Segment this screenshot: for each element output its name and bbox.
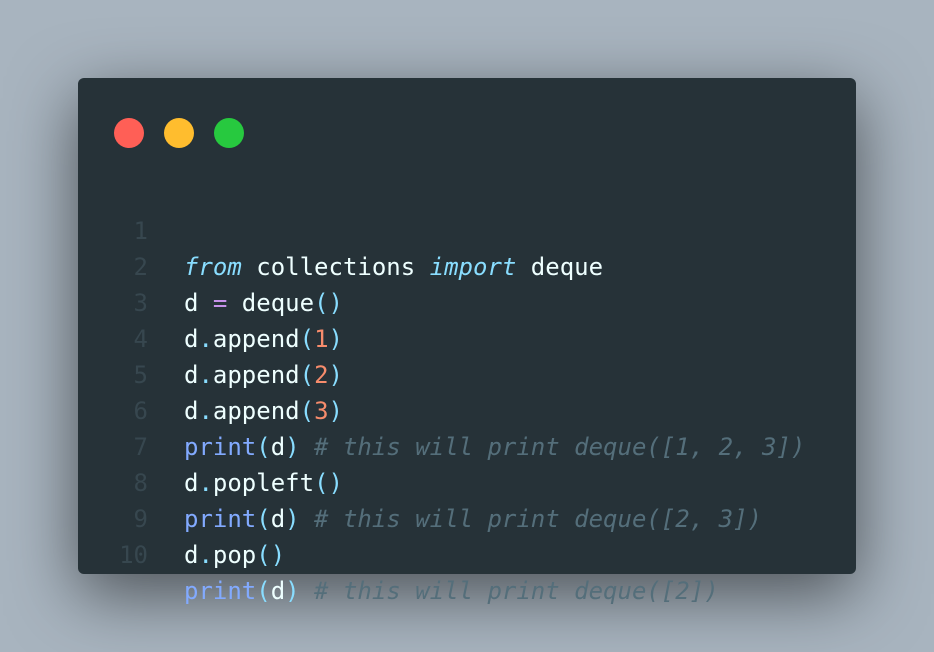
code-line: 7 d.popleft()	[78, 393, 856, 497]
code-line: 4 d.append(2)	[78, 285, 856, 389]
function-token: print	[184, 577, 257, 605]
minimize-dot-icon[interactable]	[164, 118, 194, 148]
code-line: 5 d.append(3)	[78, 321, 856, 425]
code-line: 10 print(d) # this will print deque([2])	[78, 501, 856, 605]
punctuation-token: )	[285, 577, 300, 605]
line-number: 10	[119, 541, 148, 569]
code-line: 3 d.append(1)	[78, 249, 856, 353]
identifier-token: pop	[212, 541, 257, 569]
identifier-token: d	[270, 577, 286, 605]
close-dot-icon[interactable]	[114, 118, 144, 148]
code-line: 8 print(d) # this will print deque([2, 3…	[78, 429, 856, 533]
code-line: 6 print(d) # this will print deque([1, 2…	[78, 357, 856, 461]
code-line: 1 from collections import deque	[78, 177, 856, 281]
punctuation-token: (	[256, 577, 271, 605]
maximize-dot-icon[interactable]	[214, 118, 244, 148]
code-block: 1 from collections import deque 2 d = de…	[78, 177, 856, 605]
punctuation-token: .	[198, 541, 213, 569]
code-line: 2 d = deque()	[78, 213, 856, 317]
comment-token: # this will print deque([2])	[299, 577, 719, 605]
identifier-token: d	[184, 541, 199, 569]
punctuation-token: ()	[256, 541, 286, 569]
code-window: 1 from collections import deque 2 d = de…	[78, 78, 856, 605]
code-line: 9 d.pop()	[78, 465, 856, 569]
